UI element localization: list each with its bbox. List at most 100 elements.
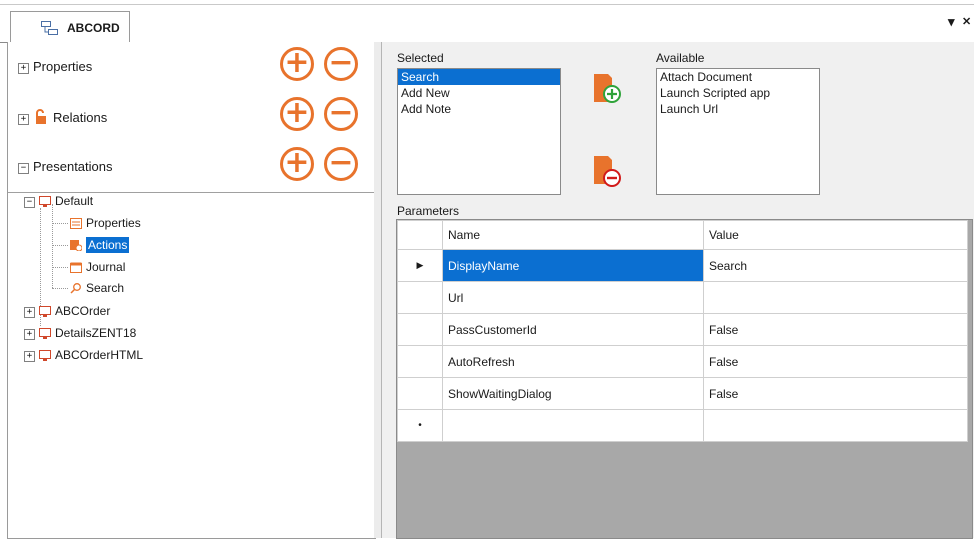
section-label: Presentations (33, 159, 113, 174)
section-properties[interactable]: + Properties + − (8, 42, 375, 93)
tree-label: Properties (86, 216, 141, 230)
selected-listbox[interactable]: Search Add New Add Note (397, 68, 561, 195)
section-relations-header: + Relations (18, 109, 107, 125)
row-header[interactable] (397, 377, 443, 410)
parameters-label: Parameters (397, 204, 460, 218)
list-item[interactable]: Launch Scripted app (657, 85, 819, 101)
journal-icon (70, 262, 82, 273)
table-row[interactable]: Url (397, 281, 968, 314)
tab-abcord[interactable]: ABCORD (10, 11, 130, 43)
row-header[interactable] (397, 313, 443, 346)
tree-label: Actions (86, 237, 130, 253)
param-name-cell[interactable]: DisplayName (442, 249, 704, 282)
selected-label: Selected (397, 51, 444, 65)
list-item[interactable]: Launch Url (657, 101, 819, 117)
tree-label: Default (55, 194, 94, 208)
param-value-cell[interactable]: False (703, 313, 968, 346)
param-name-cell[interactable]: PassCustomerId (442, 313, 704, 346)
document-tab-bar: ABCORD ▾ ✕ (0, 0, 974, 43)
actions-icon (70, 240, 82, 251)
collapse-icon[interactable]: − (18, 163, 29, 174)
row-header-corner (397, 220, 443, 250)
table-row[interactable]: ShowWaitingDialog False (397, 377, 968, 410)
tree-item-abcorderhtml[interactable]: + ABCOrderHTML (24, 348, 143, 362)
available-listbox[interactable]: Attach Document Launch Scripted app Laun… (656, 68, 820, 195)
section-presentations[interactable]: − Presentations + − (8, 142, 375, 193)
expand-icon[interactable]: + (24, 329, 35, 340)
tree-line (52, 245, 68, 246)
top-border-line (0, 4, 974, 5)
current-row-indicator-icon[interactable]: ▶ (397, 249, 443, 282)
tree-item-abcorder[interactable]: + ABCOrder (24, 304, 110, 318)
collapse-icon[interactable]: − (24, 197, 35, 208)
pin-dropdown-icon[interactable]: ▾ (948, 14, 955, 30)
tree-line (52, 267, 68, 268)
lock-icon (36, 109, 46, 124)
parameters-grid[interactable]: Name Value ▶ DisplayName Search Url Pass… (396, 219, 973, 539)
tree-item-journal[interactable]: Journal (70, 260, 125, 274)
tree-label: ABCOrderHTML (55, 348, 144, 362)
remove-property-button[interactable]: − (324, 47, 358, 81)
screen-icon (39, 196, 51, 207)
tree-line (52, 204, 53, 288)
right-panel: Selected Search Add New Add Note Availab… (382, 42, 974, 539)
param-value-cell[interactable]: False (703, 345, 968, 378)
search-icon (70, 283, 81, 294)
screen-icon (39, 306, 51, 317)
tree-label: Journal (86, 260, 126, 274)
list-item[interactable]: Search (398, 69, 560, 85)
close-icon[interactable]: ✕ (962, 15, 971, 28)
param-value-cell[interactable] (703, 281, 968, 314)
tree-label: DetailsZENT18 (55, 326, 137, 340)
add-relation-button[interactable]: + (280, 97, 314, 131)
screen-icon (39, 350, 51, 361)
column-header-value[interactable]: Value (703, 220, 968, 250)
remove-action-button[interactable] (592, 154, 622, 190)
structure-icon (41, 21, 58, 35)
param-name-cell[interactable]: Url (442, 281, 704, 314)
param-value-cell[interactable]: Search (703, 249, 968, 282)
expand-icon[interactable]: + (18, 114, 29, 125)
expand-icon[interactable]: + (24, 351, 35, 362)
row-header[interactable] (397, 281, 443, 314)
table-row[interactable]: AutoRefresh False (397, 345, 968, 378)
remove-presentation-button[interactable]: − (324, 147, 358, 181)
param-name-cell[interactable]: ShowWaitingDialog (442, 377, 704, 410)
new-row-name-cell[interactable] (442, 409, 704, 442)
param-value-cell[interactable]: False (703, 377, 968, 410)
column-header-name[interactable]: Name (442, 220, 704, 250)
properties-icon (70, 218, 82, 229)
left-panel: + Properties + − + Relations + − − Presenta… (7, 42, 376, 539)
table-row[interactable]: ▶ DisplayName Search (397, 249, 968, 282)
param-name-cell[interactable]: AutoRefresh (442, 345, 704, 378)
section-label: Relations (53, 110, 108, 125)
available-label: Available (656, 51, 705, 65)
section-presentations-header: − Presentations (18, 159, 113, 174)
expand-icon[interactable]: + (24, 307, 35, 318)
tree-label: Search (86, 281, 125, 295)
tree-item-actions[interactable]: Actions (70, 237, 130, 253)
new-row-indicator-icon[interactable]: • (397, 409, 443, 442)
add-property-button[interactable]: + (280, 47, 314, 81)
add-document-icon (594, 74, 621, 103)
row-header[interactable] (397, 345, 443, 378)
table-header-row: Name Value (397, 220, 968, 250)
splitter[interactable] (374, 42, 382, 538)
remove-relation-button[interactable]: − (324, 97, 358, 131)
screen-icon (39, 328, 51, 339)
add-presentation-button[interactable]: + (280, 147, 314, 181)
section-relations[interactable]: + Relations + − (8, 92, 375, 143)
expand-icon[interactable]: + (18, 63, 29, 74)
add-action-button[interactable] (592, 72, 622, 108)
table-row[interactable]: PassCustomerId False (397, 313, 968, 346)
tree-item-detailszent18[interactable]: + DetailsZENT18 (24, 326, 136, 340)
new-row-value-cell[interactable] (703, 409, 968, 442)
tree-item-search[interactable]: Search (70, 281, 124, 295)
list-item[interactable]: Add Note (398, 101, 560, 117)
new-row[interactable]: • (397, 409, 968, 442)
tree-item-properties[interactable]: Properties (70, 216, 141, 230)
list-item[interactable]: Attach Document (657, 69, 819, 85)
section-properties-header: + Properties (18, 59, 92, 74)
tree-item-default[interactable]: − Default (24, 194, 93, 208)
list-item[interactable]: Add New (398, 85, 560, 101)
